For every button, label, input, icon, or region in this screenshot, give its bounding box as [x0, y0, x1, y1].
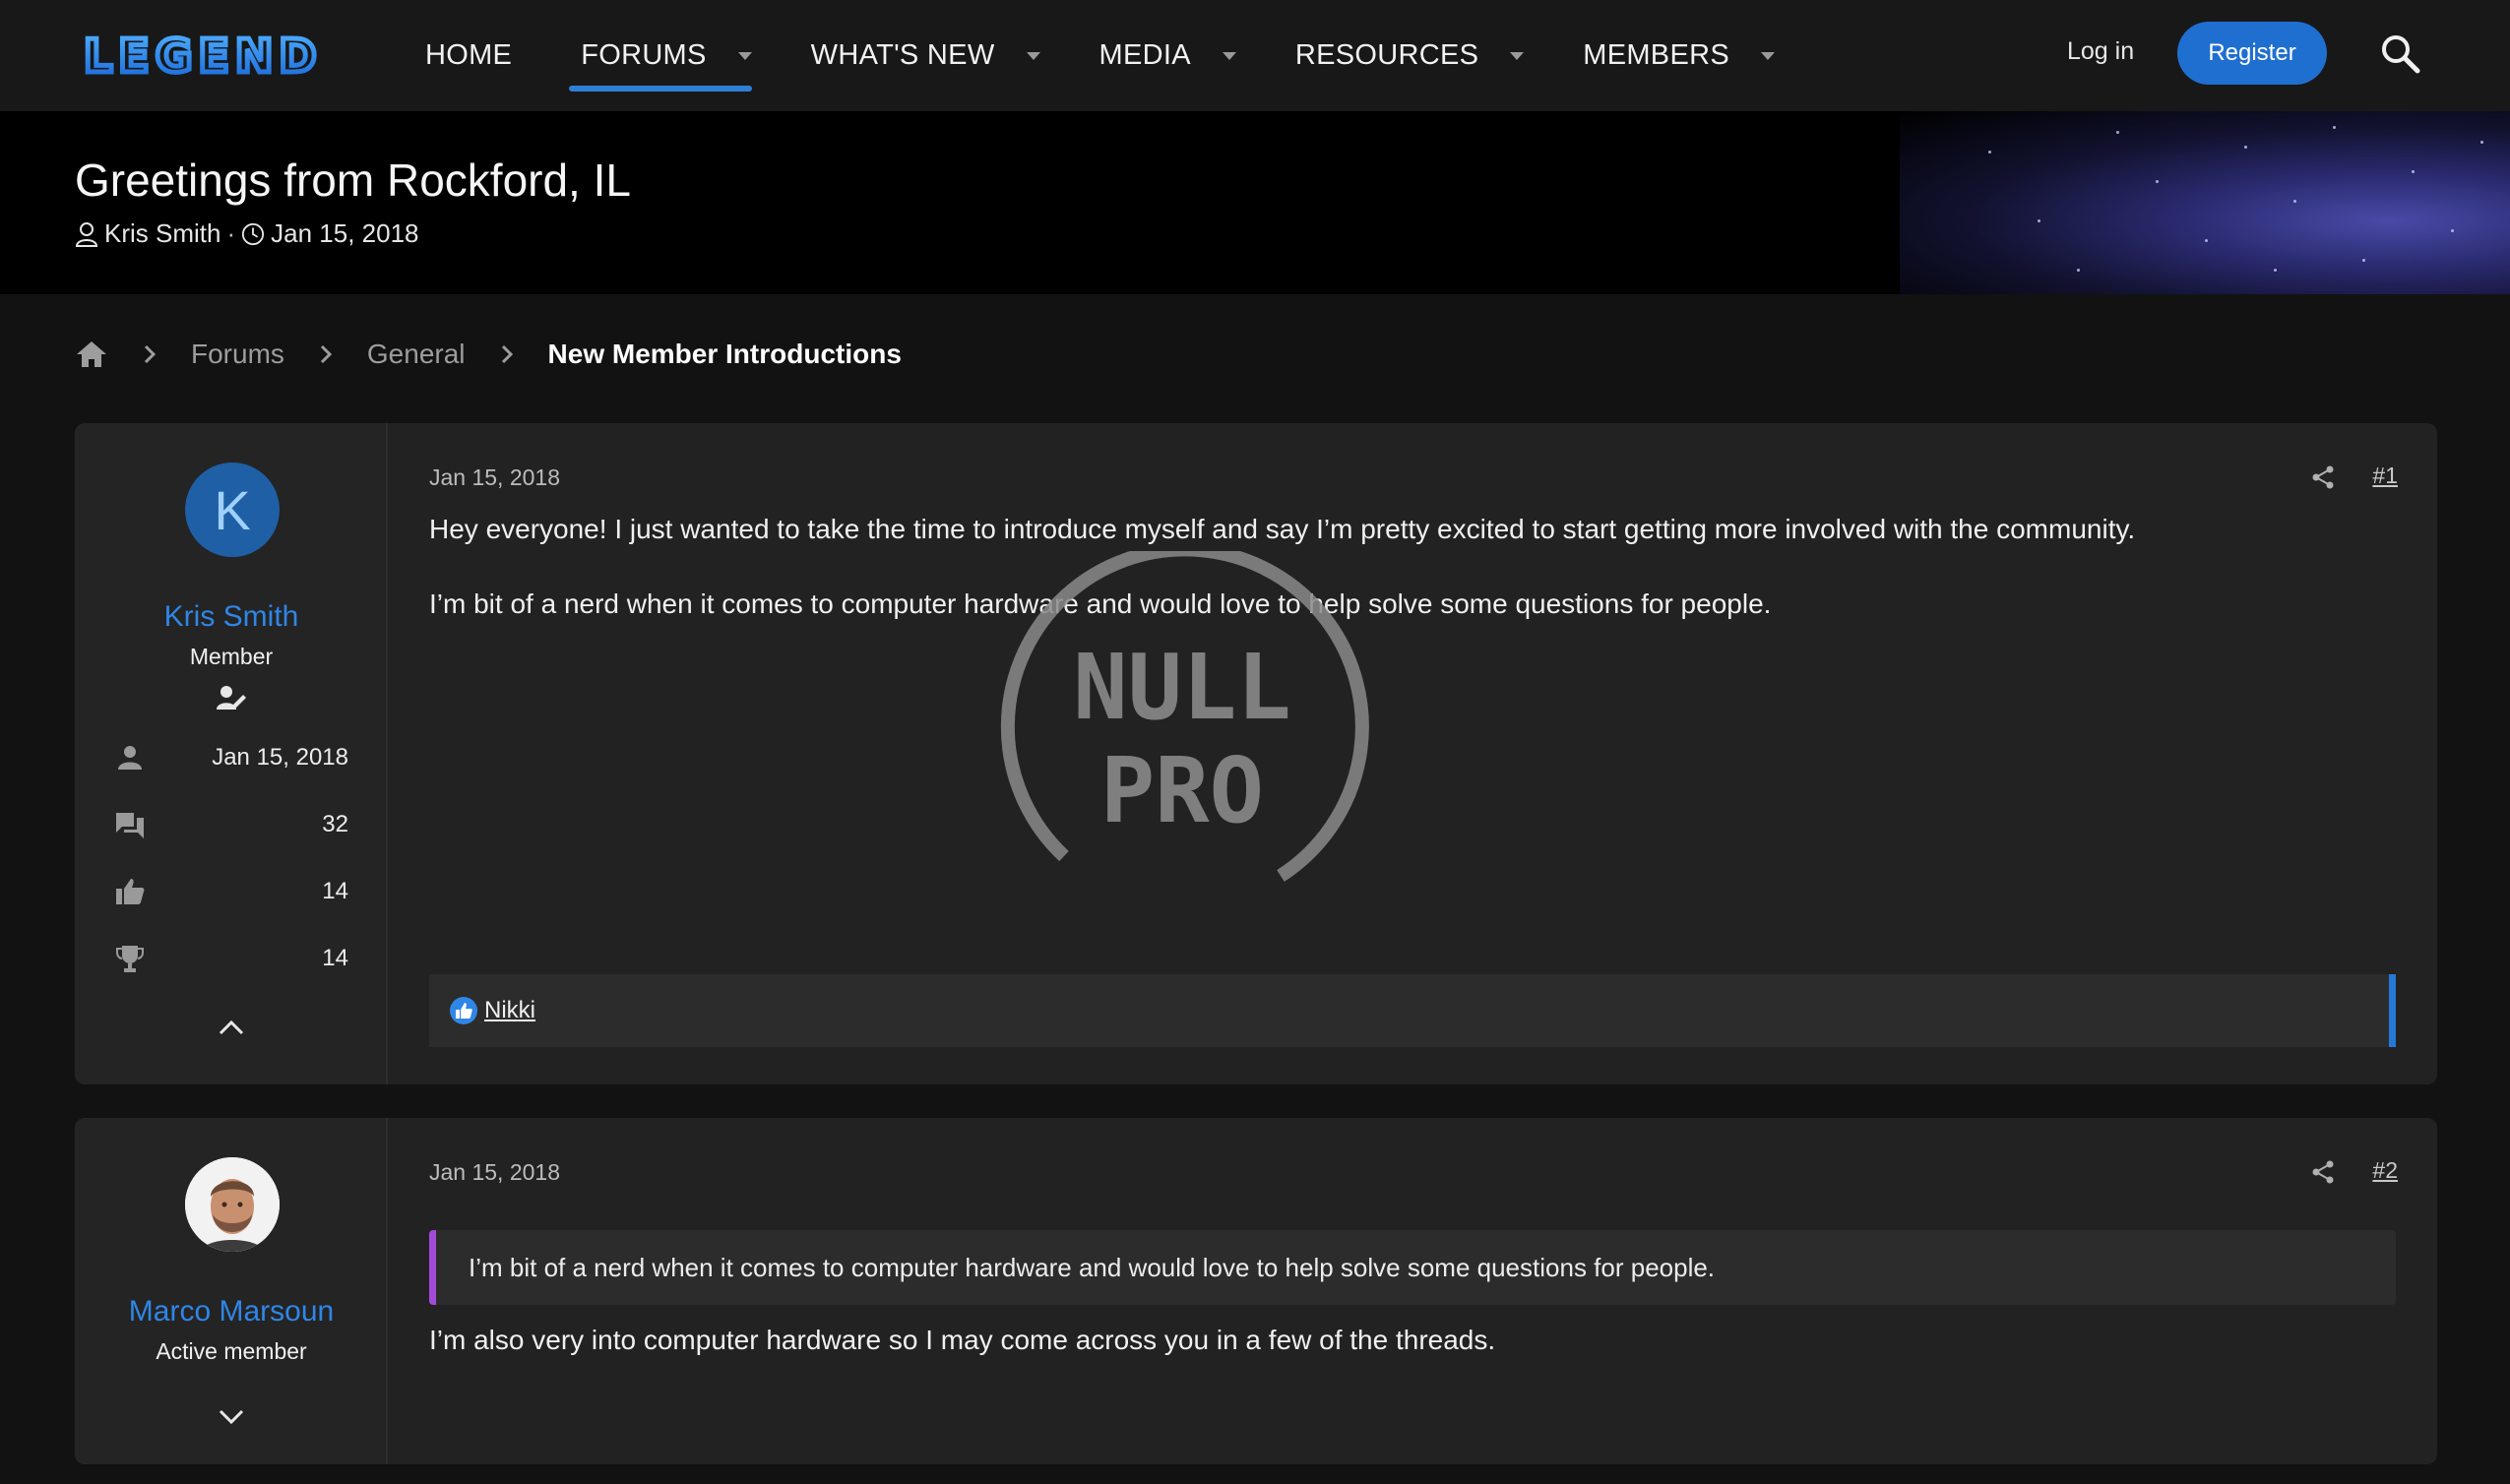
stat-joined-value: Jan 15, 2018 — [212, 744, 348, 771]
watermark-line-1: NULL — [1073, 635, 1291, 740]
breadcrumb-forums[interactable]: Forums — [191, 339, 284, 370]
chevron-right-icon — [501, 344, 513, 364]
share-icon[interactable] — [2311, 464, 2335, 490]
nav-resources[interactable]: RESOURCES — [1284, 0, 1525, 111]
post-1-reactions-bar: Nikki — [429, 974, 2396, 1047]
avatar[interactable] — [185, 1157, 280, 1252]
breadcrumb-new-member-introductions[interactable]: New Member Introductions — [548, 339, 902, 370]
meta-separator: · — [226, 218, 236, 248]
post-1-username[interactable]: Kris Smith — [75, 600, 388, 634]
post-2-quote[interactable]: I’m bit of a nerd when it comes to compu… — [429, 1230, 2396, 1305]
legend-logo[interactable]: LEGEND — [84, 28, 359, 83]
nav-media[interactable]: MEDIA — [1088, 0, 1236, 111]
chevron-down-icon[interactable] — [1222, 51, 1236, 60]
thread-author[interactable]: Kris Smith — [104, 218, 220, 249]
nav-home-label: HOME — [425, 39, 513, 71]
stat-points-value: 14 — [322, 945, 348, 971]
home-icon[interactable] — [75, 339, 108, 370]
top-navbar: LEGEND HOME FORUMS WHAT'S NEW MEDIA RESO… — [0, 0, 2510, 111]
nav-whats-new[interactable]: WHAT'S NEW — [799, 0, 1040, 111]
post-2-paragraph-1: I’m also very into computer hardware so … — [429, 1325, 1496, 1355]
chevron-down-icon[interactable] — [1510, 51, 1525, 60]
share-icon[interactable] — [2311, 1159, 2335, 1185]
chevron-down-icon[interactable] — [737, 51, 752, 60]
post-1-user-panel: K Kris Smith Member Jan 15, 2018 32 14 1… — [75, 423, 388, 1084]
post-1-number[interactable]: #1 — [2372, 463, 2398, 489]
stat-messages: 32 — [114, 805, 348, 844]
chevron-down-icon[interactable] — [1760, 51, 1775, 60]
post-2-user-panel: Marco Marsoun Active member — [75, 1118, 388, 1464]
user-edit-icon — [217, 686, 246, 710]
chevron-down-icon[interactable] — [216, 1405, 247, 1429]
reaction-user-link[interactable]: Nikki — [484, 997, 535, 1024]
chevron-right-icon — [144, 344, 157, 364]
stat-reaction-score-value: 14 — [322, 878, 348, 904]
post-2-user-title: Active member — [156, 1338, 307, 1364]
nav-media-label: MEDIA — [1098, 39, 1191, 71]
breadcrumb-general[interactable]: General — [367, 339, 466, 370]
chevron-up-icon[interactable] — [216, 1016, 247, 1039]
search-icon[interactable] — [2378, 31, 2421, 75]
chevron-down-icon[interactable] — [1026, 51, 1040, 60]
nav-home[interactable]: HOME — [413, 0, 524, 111]
user-icon — [75, 221, 98, 247]
avatar[interactable]: K — [185, 463, 280, 557]
post-2-date[interactable]: Jan 15, 2018 — [429, 1159, 560, 1186]
post-2: Marco Marsoun Active member Jan 15, 2018… — [75, 1118, 2437, 1464]
nav-forums-label: FORUMS — [581, 39, 707, 71]
post-2-username[interactable]: Marco Marsoun — [75, 1295, 388, 1329]
post-1-paragraph-1: Hey everyone! I just wanted to take the … — [429, 514, 2136, 544]
logo-text: LEGEND — [84, 30, 323, 83]
person-icon — [118, 746, 142, 770]
messages-icon — [116, 813, 144, 838]
like-reaction-icon — [450, 997, 477, 1024]
nav-forums[interactable]: FORUMS — [569, 0, 753, 111]
post-1-user-title: Member — [189, 644, 274, 669]
breadcrumb: Forums General New Member Introductions — [75, 339, 902, 370]
nav-resources-label: RESOURCES — [1294, 39, 1479, 71]
thread-title: Greetings from Rockford, IL — [75, 155, 631, 206]
main-nav: HOME FORUMS WHAT'S NEW MEDIA RESOURCES M… — [413, 0, 1775, 111]
clock-icon — [242, 222, 265, 245]
nav-members[interactable]: MEMBERS — [1571, 0, 1775, 111]
post-1-date[interactable]: Jan 15, 2018 — [429, 464, 560, 491]
thread-date[interactable]: Jan 15, 2018 — [271, 218, 418, 249]
stat-reaction-score: 14 — [114, 872, 348, 911]
stat-joined: Jan 15, 2018 — [114, 738, 348, 777]
login-link[interactable]: Log in — [2067, 37, 2134, 66]
thumbs-up-icon — [116, 879, 145, 904]
banner-space-art — [1900, 111, 2510, 294]
stat-messages-value: 32 — [322, 811, 348, 837]
stat-points: 14 — [114, 939, 348, 978]
chevron-right-icon — [320, 344, 333, 364]
thread-meta: Kris Smith · Jan 15, 2018 — [75, 218, 419, 249]
post-2-number[interactable]: #2 — [2372, 1157, 2398, 1184]
nav-whats-new-label: WHAT'S NEW — [810, 39, 995, 71]
nav-members-label: MEMBERS — [1583, 39, 1729, 71]
watermark-line-2: PRO — [1100, 738, 1264, 843]
trophy-icon — [116, 946, 144, 972]
register-button[interactable]: Register — [2177, 22, 2327, 85]
nullpro-watermark: NULL PRO — [1000, 551, 1369, 882]
